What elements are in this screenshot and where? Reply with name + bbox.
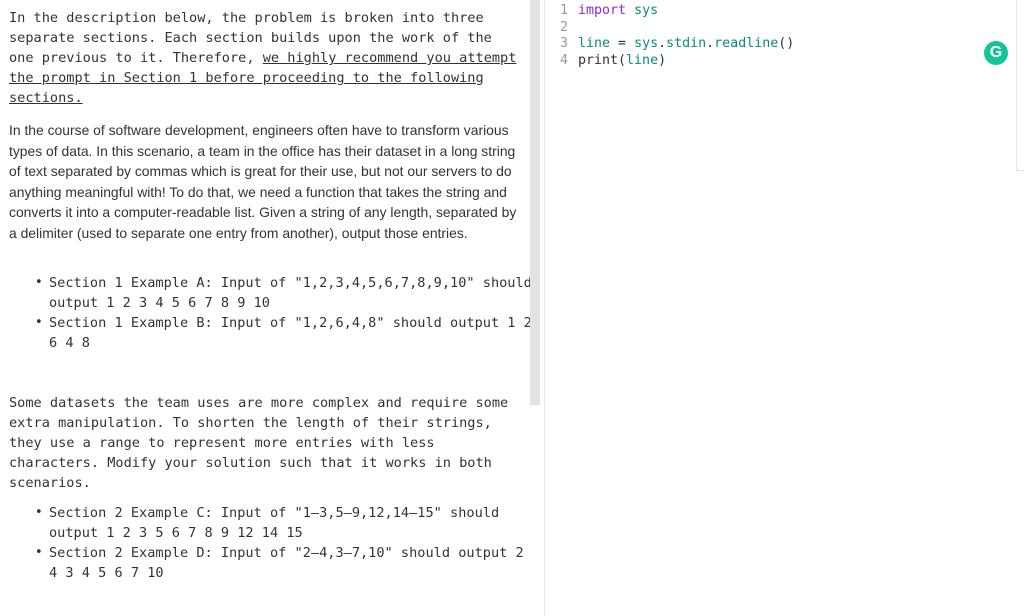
section2-description: Some datasets the team uses are more com… — [9, 395, 509, 491]
attribute-stdin: stdin — [666, 36, 707, 52]
section1-description: In the course of software development, e… — [9, 122, 517, 241]
example-b: Section 1 Example B: Input of "1,2,6,4,8… — [35, 313, 530, 353]
intro-paragraph: In the description below, the problem is… — [9, 8, 519, 108]
grammarly-icon[interactable]: G — [984, 41, 1008, 65]
line-number: 4 — [560, 52, 569, 68]
code-line-3[interactable]: 3 line = sys.stdin.readline() — [560, 36, 1010, 53]
problem-description-pane: In the description below, the problem is… — [0, 0, 530, 616]
module-ref: sys — [634, 36, 659, 52]
argument-line: line — [626, 52, 659, 68]
assign-operator: = — [618, 36, 627, 52]
variable-line: line — [578, 36, 611, 52]
close-paren: ) — [658, 52, 667, 68]
method-readline: readline — [714, 36, 779, 52]
code-line-1[interactable]: 1 import sys — [560, 3, 1010, 20]
example-d: Section 2 Example D: Input of "2–4,3–7,1… — [35, 543, 530, 583]
editor-right-border-notch — [1016, 170, 1024, 171]
function-print: print — [578, 52, 619, 68]
line-number: 2 — [560, 19, 569, 35]
editor-right-border — [1016, 0, 1017, 170]
keyword-import: import — [578, 3, 627, 18]
dot: . — [658, 36, 667, 52]
line-number: 1 — [560, 3, 569, 18]
pane-divider[interactable] — [544, 0, 545, 616]
code-line-4[interactable]: 4 print(line) — [560, 53, 1010, 70]
code-editor[interactable]: 1 import sys 2 3 line = sys.stdin.readline… — [560, 0, 1010, 69]
example-c: Section 2 Example C: Input of "1–3,5–9,1… — [35, 503, 530, 543]
section2-examples-list: Section 2 Example C: Input of "1–3,5–9,1… — [30, 503, 530, 583]
dot: . — [706, 36, 715, 52]
line-number: 3 — [560, 36, 569, 52]
description-scrollbar[interactable] — [530, 0, 540, 405]
section1-examples-list: Section 1 Example A: Input of "1,2,3,4,5… — [30, 273, 530, 353]
module-name: sys — [634, 3, 659, 18]
code-line-2[interactable]: 2 — [560, 20, 1010, 37]
call-parens: () — [778, 36, 795, 52]
open-paren: ( — [618, 52, 627, 68]
example-a: Section 1 Example A: Input of "1,2,3,4,5… — [35, 273, 530, 313]
